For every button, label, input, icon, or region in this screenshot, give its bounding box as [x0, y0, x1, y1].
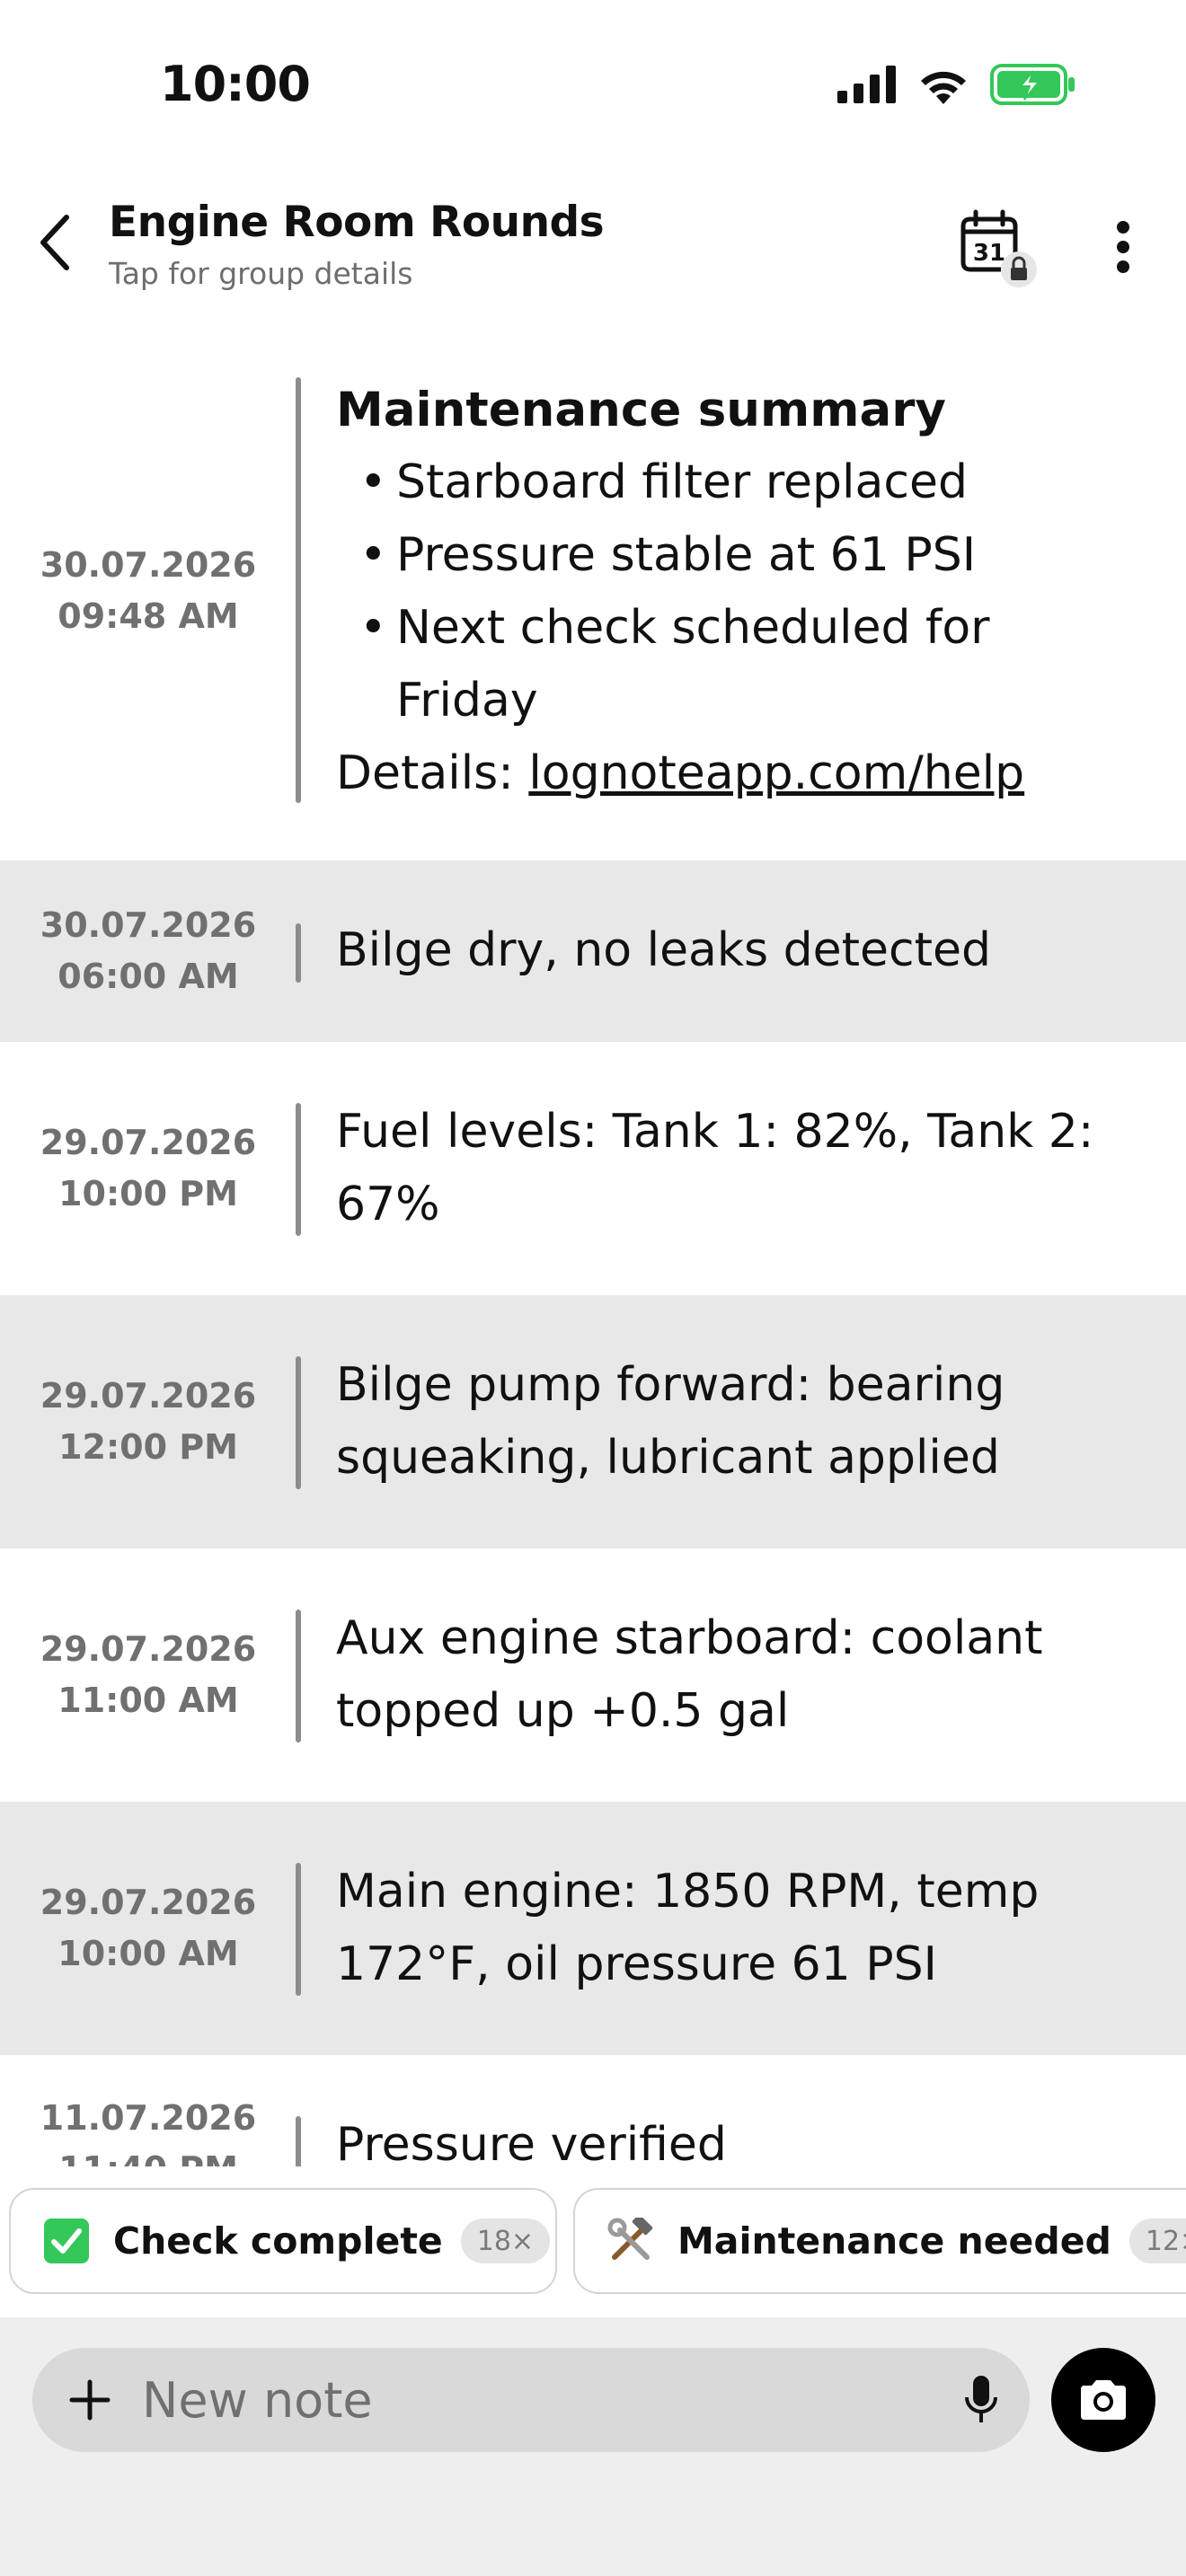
- note-time: 11:40 PM: [0, 2144, 296, 2166]
- note-composer: [0, 2317, 1186, 2576]
- note-time: 10:00 PM: [58, 1174, 238, 1213]
- note-time: 09:48 AM: [58, 596, 239, 636]
- summary-bullet: Pressure stable at 61 PSI: [336, 519, 1145, 592]
- note-timestamp: 30.07.2026 06:00 AM: [0, 900, 296, 1002]
- note-body: Bilge pump forward: bearing squeaking, l…: [336, 1358, 1005, 1485]
- note-divider: [296, 1610, 301, 1742]
- chat-title: Engine Room Rounds: [109, 198, 605, 247]
- details-link[interactable]: lognoteapp.com/help: [528, 746, 1024, 800]
- note-divider: [296, 1103, 301, 1236]
- camera-icon: [1081, 2380, 1126, 2420]
- vertical-ellipsis-icon: [1117, 221, 1129, 273]
- note-item[interactable]: 29.07.2026 11:00 AM Aux engine starboard…: [0, 1548, 1186, 1802]
- status-icons: [837, 63, 1076, 110]
- note-body: Pressure verified: [336, 2118, 727, 2166]
- note-item[interactable]: 29.07.2026 12:00 PM Bilge pump forward: …: [0, 1295, 1186, 1548]
- note-divider: [296, 377, 301, 803]
- cellular-signal-icon: [837, 66, 897, 107]
- note-timestamp: 30.07.2026 09:48 AM: [0, 540, 296, 642]
- note-date: 30.07.2026: [40, 905, 257, 945]
- note-date: 29.07.2026: [40, 1629, 257, 1669]
- reaction-count: 12×: [1128, 2219, 1186, 2263]
- note-date: 29.07.2026: [40, 1123, 257, 1162]
- note-time: 11:00 AM: [58, 1681, 239, 1720]
- note-date: 29.07.2026: [40, 1376, 257, 1416]
- reaction-chip-check-complete[interactable]: Check complete 18×: [9, 2188, 557, 2294]
- notes-list[interactable]: 30.07.2026 09:48 AM Maintenance summary …: [0, 359, 1186, 2166]
- note-body: Bilge dry, no leaks detected: [336, 923, 992, 977]
- check-mark-icon: [43, 2218, 90, 2264]
- svg-text:31: 31: [973, 240, 1005, 267]
- note-divider: [296, 1356, 301, 1489]
- reaction-label: Maintenance needed: [677, 2219, 1111, 2263]
- note-timestamp: 29.07.2026 11:00 AM: [0, 1624, 296, 1726]
- note-timestamp: 29.07.2026 10:00 AM: [0, 1877, 296, 1980]
- note-timestamp: 29.07.2026 12:00 PM: [0, 1371, 296, 1473]
- more-options-button[interactable]: [1096, 211, 1150, 283]
- chat-header: Engine Room Rounds Tap for group details…: [0, 171, 1186, 305]
- note-timestamp: 11.07.2026 11:40 PM: [0, 2093, 296, 2166]
- note-input-container: [32, 2348, 1030, 2452]
- note-body: Main engine: 1850 RPM, temp 172°F, oil p…: [336, 1865, 1040, 1991]
- wifi-icon: [916, 65, 970, 108]
- note-date: 11.07.2026: [40, 2098, 257, 2138]
- status-time: 10:00: [160, 56, 311, 112]
- status-bar: 10:00: [0, 0, 1186, 171]
- calendar-lock-button[interactable]: 31: [960, 207, 1042, 289]
- reaction-label: Check complete: [113, 2219, 443, 2263]
- summary-title: Maintenance summary: [336, 383, 946, 437]
- quick-reactions-bar: Check complete 18× Maintenance needed 12…: [0, 2188, 1186, 2294]
- note-time: 06:00 AM: [58, 957, 239, 996]
- summary-bullet: Next check scheduled for Friday: [336, 592, 1145, 737]
- microphone-button[interactable]: [951, 2369, 1012, 2430]
- note-divider: [296, 1863, 301, 1996]
- chevron-left-icon: [40, 215, 69, 270]
- summary-bullet: Starboard filter replaced: [336, 446, 1145, 519]
- camera-button[interactable]: [1051, 2348, 1155, 2452]
- details-prefix: Details:: [336, 746, 529, 800]
- note-body: Fuel levels: Tank 1: 82%, Tank 2: 67%: [336, 1105, 1094, 1231]
- note-date: 30.07.2026: [40, 545, 257, 585]
- note-date: 29.07.2026: [40, 1883, 257, 1922]
- note-body: Aux engine starboard: coolant topped up …: [336, 1611, 1043, 1738]
- note-divider: [296, 2116, 301, 2166]
- chat-subtitle: Tap for group details: [109, 256, 413, 291]
- note-time: 10:00 AM: [58, 1934, 239, 1973]
- note-time: 12:00 PM: [58, 1427, 238, 1467]
- calendar-lock-icon: 31: [960, 209, 1037, 287]
- group-title-block[interactable]: Engine Room Rounds Tap for group details: [109, 198, 605, 291]
- hammer-wrench-icon: [607, 2218, 654, 2264]
- new-note-input[interactable]: [142, 2364, 933, 2436]
- note-body: Maintenance summary Starboard filter rep…: [336, 374, 1145, 810]
- microphone-icon: [965, 2376, 997, 2422]
- note-timestamp: 29.07.2026 10:00 PM: [0, 1117, 296, 1220]
- back-button[interactable]: [27, 207, 81, 278]
- note-divider: [296, 923, 301, 983]
- reaction-chip-maintenance-needed[interactable]: Maintenance needed 12×: [573, 2188, 1186, 2294]
- summary-bullets: Starboard filter replaced Pressure stabl…: [336, 446, 1145, 737]
- add-attachment-button[interactable]: [59, 2369, 120, 2430]
- note-item[interactable]: 29.07.2026 10:00 PM Fuel levels: Tank 1:…: [0, 1042, 1186, 1295]
- battery-charging-icon: [990, 64, 1076, 109]
- note-item[interactable]: 30.07.2026 09:48 AM Maintenance summary …: [0, 359, 1186, 860]
- note-item[interactable]: 30.07.2026 06:00 AM Bilge dry, no leaks …: [0, 860, 1186, 1042]
- note-item[interactable]: 29.07.2026 10:00 AM Main engine: 1850 RP…: [0, 1802, 1186, 2055]
- reaction-count: 18×: [460, 2219, 551, 2263]
- plus-icon: [69, 2379, 111, 2421]
- note-item[interactable]: 11.07.2026 11:40 PM Pressure verified: [0, 2055, 1186, 2166]
- details-line: Details: lognoteapp.com/help: [336, 737, 1145, 810]
